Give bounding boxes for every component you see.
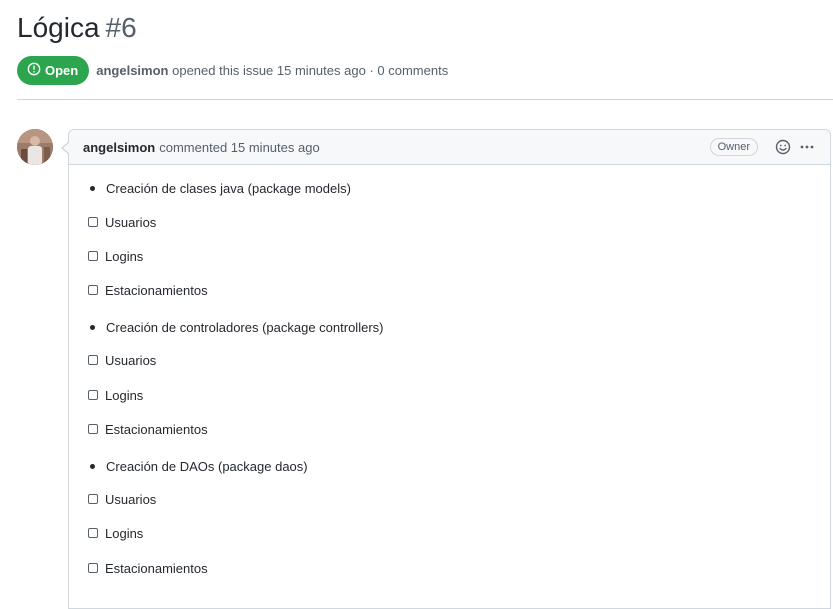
comment-header: angelsimon commented 15 minutes ago Owne… [69,130,830,165]
task-item: Logins [88,386,143,404]
task-checkbox[interactable] [88,563,98,573]
task-item: Estacionamientos [88,559,208,577]
bullet-dot [90,463,95,469]
bullet-dot [90,185,95,191]
task-label: Logins [105,525,144,541]
issue-author-link[interactable]: angelsimon [96,63,168,78]
issue-title: Lógica [17,12,100,43]
issue-opened-text: opened this issue 15 minutes ago [172,63,366,78]
issue-number: #6 [105,12,137,43]
task-item: Logins [88,247,143,265]
bullet-dot [90,324,95,330]
comment-action-text[interactable]: commented 15 minutes ago [159,140,319,155]
comments-count: 0 comments [377,63,449,78]
issue-meta: Open angelsimon opened this issue 15 min… [17,56,448,85]
issue-state-label: Open [45,63,79,78]
task-checkbox[interactable] [88,251,98,261]
list-item: Creación de DAOs (package daos) [90,457,308,475]
bullet-text: Creación de DAOs (package daos) [106,458,308,474]
task-checkbox[interactable] [88,528,98,538]
task-label: Estacionamientos [105,560,208,576]
bullet-text: Creación de controladores (package contr… [106,319,384,335]
task-item: Logins [88,524,143,542]
task-label: Estacionamientos [105,282,208,298]
issue-state-badge: Open [17,56,90,85]
task-checkbox[interactable] [88,217,98,227]
task-label: Usuarios [105,214,157,230]
task-label: Logins [105,248,144,264]
task-label: Logins [105,387,144,403]
issue-opened-icon [27,62,45,79]
task-item: Estacionamientos [88,420,208,438]
task-item: Usuarios [88,213,156,231]
list-item: Creación de clases java (package models) [90,179,351,197]
task-item: Estacionamientos [88,281,208,299]
task-label: Estacionamientos [105,421,208,437]
task-checkbox[interactable] [88,390,98,400]
task-checkbox[interactable] [88,494,98,504]
smiley-icon[interactable] [774,138,792,156]
task-item: Usuarios [88,490,156,508]
list-item: Creación de controladores (package contr… [90,318,383,336]
issue-meta-text: angelsimon opened this issue 15 minutes … [96,63,448,78]
kebab-horizontal-icon[interactable] [798,138,816,156]
issue-title-row: Lógica #6 [17,12,137,44]
avatar[interactable] [17,129,53,165]
task-label: Usuarios [105,491,157,507]
task-item: Usuarios [88,351,156,369]
meta-separator: · [369,63,374,78]
task-checkbox[interactable] [88,355,98,365]
task-checkbox[interactable] [88,424,98,434]
bullet-text: Creación de clases java (package models) [106,180,351,196]
header-divider [17,99,833,100]
task-label: Usuarios [105,352,157,368]
comment-box: angelsimon commented 15 minutes ago Owne… [61,129,831,609]
task-checkbox[interactable] [88,285,98,295]
comment-author-link[interactable]: angelsimon [83,140,155,155]
owner-label: Owner [709,138,758,156]
